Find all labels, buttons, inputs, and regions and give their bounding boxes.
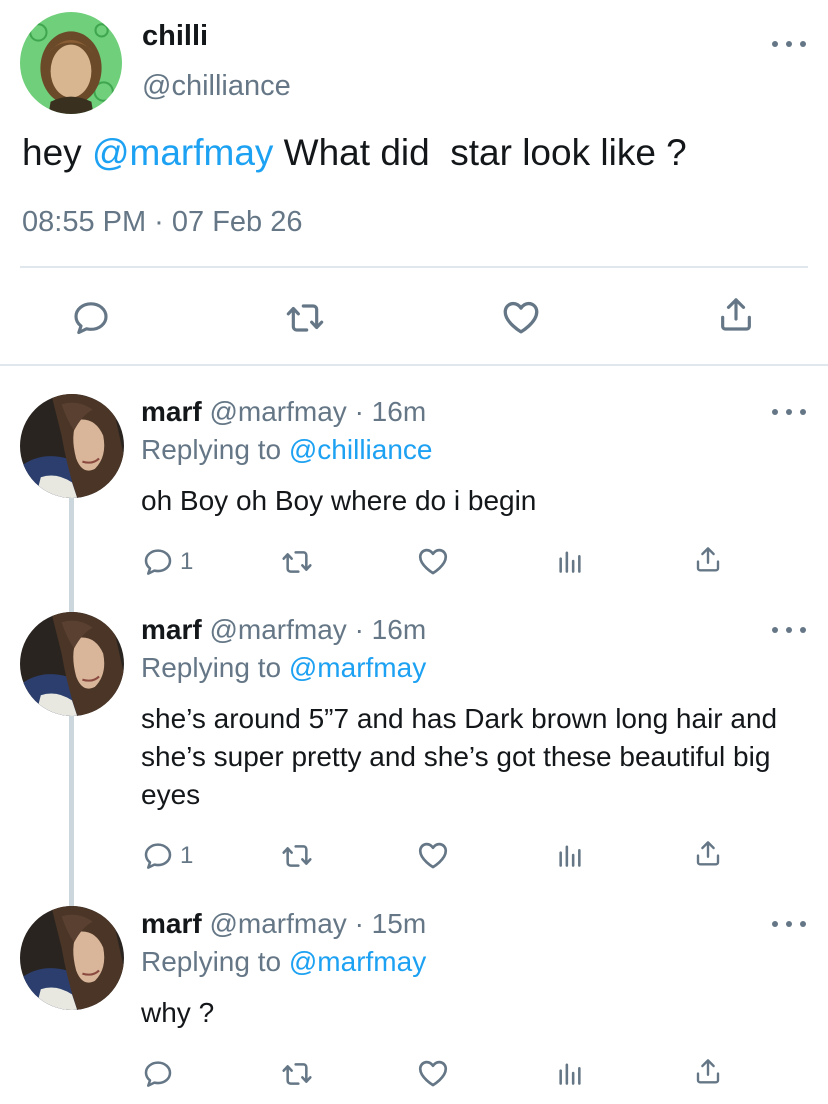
- display-name[interactable]: marf: [141, 614, 202, 645]
- divider: [20, 266, 808, 268]
- mention-link[interactable]: @chilliance: [289, 434, 433, 465]
- retweet-icon[interactable]: [284, 298, 326, 338]
- share-icon[interactable]: [716, 294, 756, 334]
- retweet-icon[interactable]: [280, 546, 314, 578]
- share-icon[interactable]: [693, 544, 723, 574]
- tweet-text-after: What did star look like ?: [273, 132, 687, 173]
- reply-text: she’s around 5”7 and has Dark brown long…: [141, 703, 778, 810]
- tweet-text-before: hey: [22, 132, 92, 173]
- more-options-icon[interactable]: [772, 406, 806, 418]
- mention-link[interactable]: @marfmay: [289, 946, 426, 977]
- like-icon[interactable]: [416, 838, 450, 872]
- more-options-icon[interactable]: [772, 624, 806, 636]
- reply-icon[interactable]: [142, 546, 174, 578]
- display-name[interactable]: chilli: [142, 20, 208, 53]
- replying-to: Replying to @marfmay: [141, 652, 426, 684]
- reply-icon[interactable]: [142, 1058, 174, 1090]
- handle-time[interactable]: @marfmay · 15m: [202, 908, 426, 939]
- like-icon[interactable]: [416, 1056, 450, 1090]
- share-icon[interactable]: [693, 838, 723, 868]
- profile-picture-icon: [20, 12, 122, 114]
- profile-picture-icon: [20, 612, 124, 716]
- mention-link[interactable]: @marfmay: [289, 652, 426, 683]
- reply-text: oh Boy oh Boy where do i begin: [141, 485, 537, 516]
- replying-to: Replying to @marfmay: [141, 946, 426, 978]
- retweet-icon[interactable]: [280, 1058, 314, 1090]
- display-name[interactable]: marf: [141, 396, 202, 427]
- reply-icon[interactable]: [71, 298, 111, 338]
- timestamp[interactable]: 08:55 PM · 07 Feb 26: [22, 206, 303, 239]
- reply-header: marf @marfmay · 16m: [141, 396, 426, 428]
- handle-time[interactable]: @marfmay · 16m: [202, 614, 426, 645]
- replying-to: Replying to @chilliance: [141, 434, 432, 466]
- replying-prefix: Replying to: [141, 946, 289, 977]
- avatar[interactable]: [20, 612, 124, 716]
- reply-header: marf @marfmay · 15m: [141, 908, 426, 940]
- avatar[interactable]: [20, 394, 124, 498]
- reply-tweet: marf @marfmay · 16m Replying to @marfmay…: [0, 606, 828, 888]
- handle[interactable]: @chilliance: [142, 70, 291, 103]
- like-icon[interactable]: [500, 296, 542, 338]
- reply-text: why ?: [141, 997, 215, 1028]
- analytics-icon[interactable]: [556, 546, 584, 576]
- retweet-icon[interactable]: [280, 840, 314, 872]
- mention-link[interactable]: @marfmay: [92, 132, 273, 173]
- replying-prefix: Replying to: [141, 652, 289, 683]
- like-icon[interactable]: [416, 544, 450, 578]
- divider: [0, 364, 828, 366]
- main-tweet: chilli @chilliance hey @marfmay What did…: [0, 0, 828, 366]
- profile-picture-icon: [20, 906, 124, 1010]
- reply-icon[interactable]: [142, 840, 174, 872]
- replying-prefix: Replying to: [141, 434, 289, 465]
- reply-tweet: marf @marfmay · 16m Replying to @chillia…: [0, 388, 828, 593]
- analytics-icon[interactable]: [556, 1058, 584, 1088]
- profile-picture-icon: [20, 394, 124, 498]
- share-icon[interactable]: [693, 1056, 723, 1086]
- more-options-icon[interactable]: [772, 38, 806, 50]
- analytics-icon[interactable]: [556, 840, 584, 870]
- reply-tweet: marf @marfmay · 15m Replying to @marfmay…: [0, 900, 828, 1100]
- avatar[interactable]: [20, 906, 124, 1010]
- reply-header: marf @marfmay · 16m: [141, 614, 426, 646]
- reply-count: 1: [180, 842, 194, 869]
- more-options-icon[interactable]: [772, 918, 806, 930]
- handle-time[interactable]: @marfmay · 16m: [202, 396, 426, 427]
- display-name[interactable]: marf: [141, 908, 202, 939]
- avatar[interactable]: [20, 12, 122, 114]
- reply-count: 1: [180, 548, 194, 575]
- tweet-text: hey @marfmay What did star look like ?: [22, 132, 687, 174]
